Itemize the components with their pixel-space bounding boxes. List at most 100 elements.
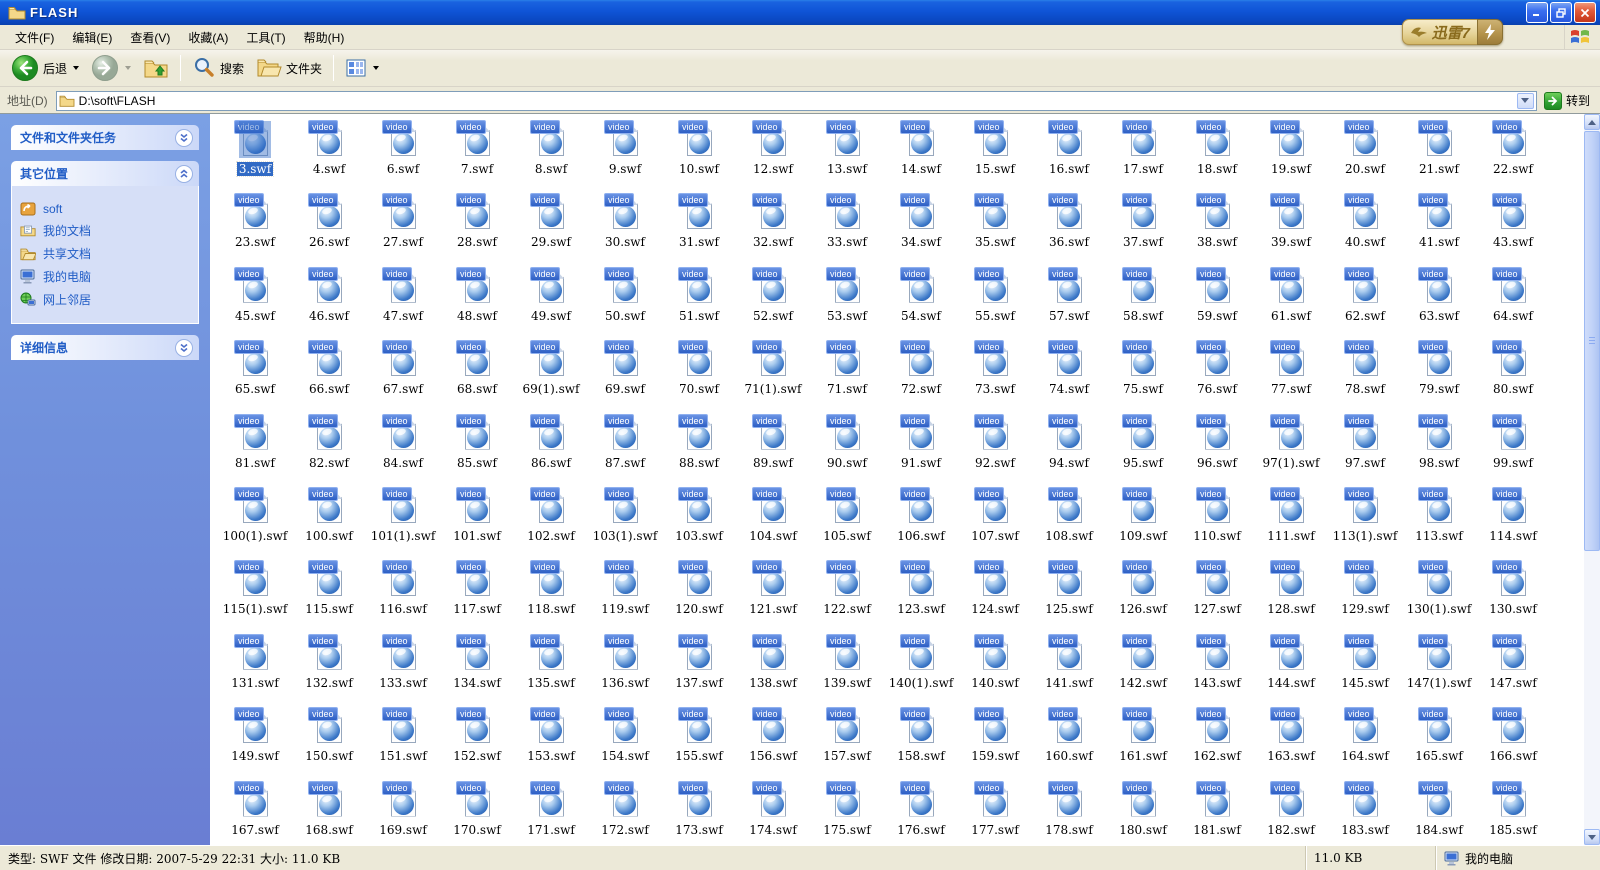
file-item[interactable]: video 7.swf [440, 119, 514, 192]
file-item[interactable]: video 116.swf [366, 559, 440, 632]
file-item[interactable]: video 3.swf [218, 119, 292, 192]
file-item[interactable]: video 51.swf [662, 266, 736, 339]
file-item[interactable]: video 152.swf [440, 706, 514, 779]
file-item[interactable]: video 68.swf [440, 339, 514, 412]
file-item[interactable]: video 173.swf [662, 780, 736, 845]
file-item[interactable]: video 102.swf [514, 486, 588, 559]
file-item[interactable]: video 71(1).swf [736, 339, 810, 412]
menu-item-help[interactable]: 帮助(H) [295, 26, 354, 49]
file-item[interactable]: video 4.swf [292, 119, 366, 192]
file-item[interactable]: video 63.swf [1402, 266, 1476, 339]
file-item[interactable]: video 154.swf [588, 706, 662, 779]
file-item[interactable]: video 13.swf [810, 119, 884, 192]
file-item[interactable]: video 16.swf [1032, 119, 1106, 192]
file-item[interactable]: video 78.swf [1328, 339, 1402, 412]
file-item[interactable]: video 33.swf [810, 192, 884, 265]
file-item[interactable]: video 96.swf [1180, 413, 1254, 486]
file-item[interactable]: video 111.swf [1254, 486, 1328, 559]
file-item[interactable]: video 36.swf [1032, 192, 1106, 265]
menu-item-view[interactable]: 查看(V) [121, 26, 179, 49]
file-item[interactable]: video 140.swf [958, 633, 1032, 706]
file-item[interactable]: video 10.swf [662, 119, 736, 192]
file-item[interactable]: video 169.swf [366, 780, 440, 845]
file-item[interactable]: video 20.swf [1328, 119, 1402, 192]
thunder-button[interactable]: 迅雷7 [1402, 19, 1503, 45]
file-item[interactable]: video 37.swf [1106, 192, 1180, 265]
file-item[interactable]: video 67.swf [366, 339, 440, 412]
file-item[interactable]: video 124.swf [958, 559, 1032, 632]
file-item[interactable]: video 29.swf [514, 192, 588, 265]
file-item[interactable]: video 130.swf [1476, 559, 1550, 632]
file-item[interactable]: video 131.swf [218, 633, 292, 706]
folders-button[interactable]: 文件夹 [251, 53, 327, 83]
file-item[interactable]: video 74.swf [1032, 339, 1106, 412]
file-item[interactable]: video 119.swf [588, 559, 662, 632]
file-item[interactable]: video 162.swf [1180, 706, 1254, 779]
file-item[interactable]: video 115.swf [292, 559, 366, 632]
file-item[interactable]: video 115(1).swf [218, 559, 292, 632]
file-item[interactable]: video 62.swf [1328, 266, 1402, 339]
scroll-down-button[interactable] [1584, 829, 1600, 845]
file-item[interactable]: video 167.swf [218, 780, 292, 845]
file-item[interactable]: video 15.swf [958, 119, 1032, 192]
file-item[interactable]: video 32.swf [736, 192, 810, 265]
minimize-button[interactable] [1526, 2, 1548, 23]
file-item[interactable]: video 94.swf [1032, 413, 1106, 486]
file-item[interactable]: video 8.swf [514, 119, 588, 192]
file-item[interactable]: video 175.swf [810, 780, 884, 845]
file-item[interactable]: video 174.swf [736, 780, 810, 845]
file-item[interactable]: video 172.swf [588, 780, 662, 845]
file-item[interactable]: video 129.swf [1328, 559, 1402, 632]
file-item[interactable]: video 84.swf [366, 413, 440, 486]
file-item[interactable]: video 113.swf [1402, 486, 1476, 559]
file-item[interactable]: video 30.swf [588, 192, 662, 265]
place-item-soft[interactable]: soft [20, 201, 190, 216]
file-item[interactable]: video 130(1).swf [1402, 559, 1476, 632]
file-item[interactable]: video 118.swf [514, 559, 588, 632]
file-item[interactable]: video 18.swf [1180, 119, 1254, 192]
file-item[interactable]: video 184.swf [1402, 780, 1476, 845]
file-item[interactable]: video 69.swf [588, 339, 662, 412]
place-item-my-computer[interactable]: 我的电脑 [20, 268, 190, 285]
file-item[interactable]: video 35.swf [958, 192, 1032, 265]
file-item[interactable]: video 137.swf [662, 633, 736, 706]
file-item[interactable]: video 133.swf [366, 633, 440, 706]
file-tasks-header[interactable]: 文件和文件夹任务 [11, 125, 199, 150]
file-item[interactable]: video 138.swf [736, 633, 810, 706]
file-item[interactable]: video 183.swf [1328, 780, 1402, 845]
file-item[interactable]: video 125.swf [1032, 559, 1106, 632]
file-item[interactable]: video 123.swf [884, 559, 958, 632]
file-item[interactable]: video 54.swf [884, 266, 958, 339]
file-item[interactable]: video 43.swf [1476, 192, 1550, 265]
file-item[interactable]: video 105.swf [810, 486, 884, 559]
file-item[interactable]: video 143.swf [1180, 633, 1254, 706]
file-item[interactable]: video 88.swf [662, 413, 736, 486]
file-item[interactable]: video 134.swf [440, 633, 514, 706]
file-item[interactable]: video 48.swf [440, 266, 514, 339]
file-item[interactable]: video 153.swf [514, 706, 588, 779]
file-item[interactable]: video 180.swf [1106, 780, 1180, 845]
file-item[interactable]: video 79.swf [1402, 339, 1476, 412]
file-item[interactable]: video 141.swf [1032, 633, 1106, 706]
file-item[interactable]: video 22.swf [1476, 119, 1550, 192]
collapse-chevron-icon[interactable] [175, 165, 193, 183]
file-item[interactable]: video 38.swf [1180, 192, 1254, 265]
file-item[interactable]: video 104.swf [736, 486, 810, 559]
file-item[interactable]: video 144.swf [1254, 633, 1328, 706]
go-button[interactable]: 转到 [1542, 90, 1596, 112]
file-item[interactable]: video 64.swf [1476, 266, 1550, 339]
file-item[interactable]: video 75.swf [1106, 339, 1180, 412]
file-item[interactable]: video 155.swf [662, 706, 736, 779]
file-item[interactable]: video 57.swf [1032, 266, 1106, 339]
file-item[interactable]: video 82.swf [292, 413, 366, 486]
file-item[interactable]: video 87.swf [588, 413, 662, 486]
file-item[interactable]: video 23.swf [218, 192, 292, 265]
file-item[interactable]: video 168.swf [292, 780, 366, 845]
expand-chevron-icon[interactable] [175, 129, 193, 147]
file-item[interactable]: video 103.swf [662, 486, 736, 559]
file-item[interactable]: video 46.swf [292, 266, 366, 339]
place-item-shared-documents[interactable]: 共享文档 [20, 245, 190, 262]
place-label[interactable]: 网上邻居 [43, 291, 91, 308]
file-item[interactable]: video 176.swf [884, 780, 958, 845]
file-item[interactable]: video 58.swf [1106, 266, 1180, 339]
